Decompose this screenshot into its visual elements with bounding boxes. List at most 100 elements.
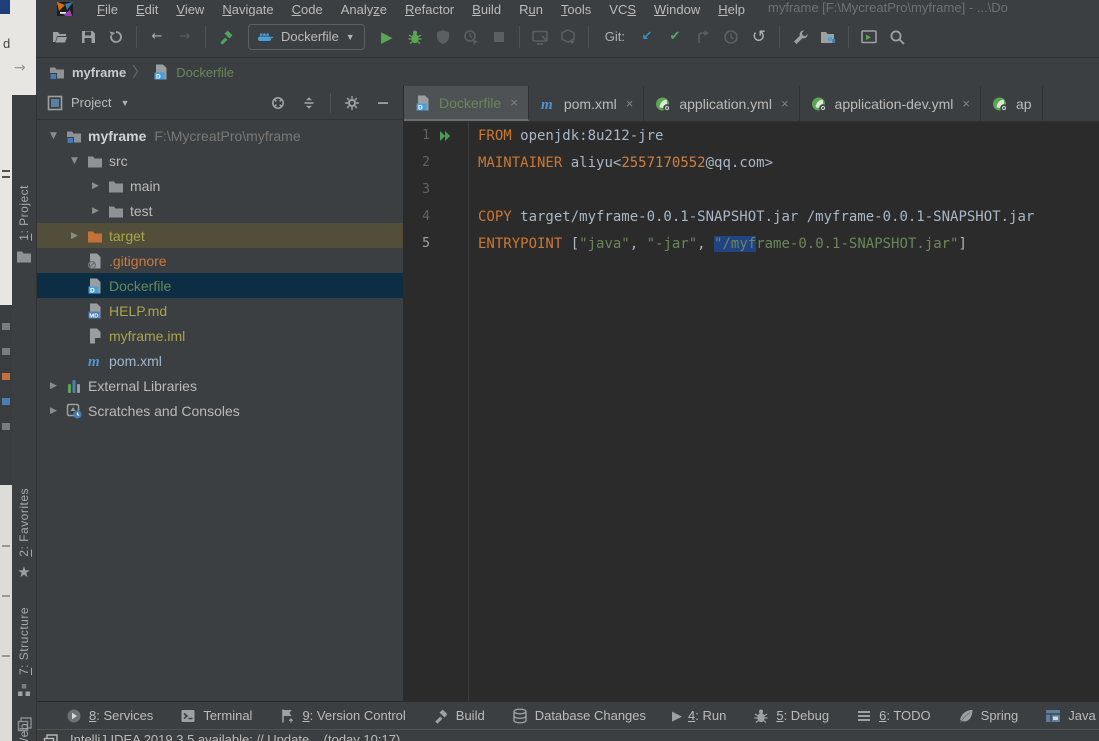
toolwindow-spring[interactable]: Spring	[946, 702, 1030, 729]
tree-expand-arrow[interactable]: ▶	[44, 406, 63, 416]
toolwindow-terminal[interactable]: Terminal	[168, 702, 263, 729]
tree-expand-arrow[interactable]: ▶	[65, 231, 84, 241]
code-line[interactable]: COPY target/myframe-0.0.1-SNAPSHOT.jar /…	[478, 203, 1099, 230]
toolwindow-debug[interactable]: 5: Debug	[741, 702, 840, 729]
menu-item-view[interactable]: View	[167, 1, 213, 16]
tree-item-dockerfile[interactable]: DDockerfile	[36, 273, 403, 298]
breadcrumb-project[interactable]: myframe	[72, 65, 126, 80]
git-update-icon[interactable]: ↙	[633, 24, 661, 50]
tool-button-label: 1: Project	[17, 185, 31, 241]
tree-item-target[interactable]: ▶target	[36, 223, 403, 248]
run-configuration-select[interactable]: Dockerfile▼	[248, 24, 365, 50]
menu-item-tools[interactable]: Tools	[552, 1, 600, 16]
toolwindow-version-control[interactable]: 9: Version Control	[267, 702, 416, 729]
save-icon[interactable]	[74, 24, 102, 50]
git-rollback-icon[interactable]: ↺	[745, 24, 773, 50]
code-editor[interactable]: 12345 FROM openjdk:8u212-jreMAINTAINER a…	[404, 122, 1099, 701]
menu-item-navigate[interactable]: Navigate	[213, 1, 282, 16]
close-tab-icon[interactable]: ×	[510, 95, 518, 110]
editor-tab-application-yml[interactable]: application.yml×	[644, 86, 799, 121]
toolwindow-database-changes[interactable]: Database Changes	[500, 702, 657, 729]
tree-item-label: HELP.md	[109, 303, 167, 319]
open-icon[interactable]	[46, 24, 74, 50]
editor-tab-application-dev-yml[interactable]: application-dev.yml×	[800, 86, 981, 121]
project-structure-icon[interactable]	[814, 24, 842, 50]
tool-button-favorites[interactable]: 2: Favorites★	[12, 488, 36, 581]
code-line[interactable]: ENTRYPOINT ["java", "-jar", "/myframe-0.…	[478, 230, 1099, 257]
tree-expand-arrow[interactable]: ▼	[44, 131, 63, 141]
editor-code[interactable]: FROM openjdk:8u212-jreMAINTAINER aliyu<2…	[469, 122, 1099, 701]
locate-file-icon[interactable]	[266, 91, 290, 115]
toolwindow-run[interactable]: ▶4: Run	[661, 702, 737, 729]
menu-item-run[interactable]: Run	[510, 1, 552, 16]
menu-item-window[interactable]: Window	[645, 1, 709, 16]
code-token: openjdk:8u212-jre	[512, 128, 664, 144]
close-tab-icon[interactable]: ×	[781, 96, 789, 111]
tree-item-help-md[interactable]: MDHELP.md	[36, 298, 403, 323]
menu-item-analyze[interactable]: Analyze	[332, 1, 396, 16]
tree-expand-arrow[interactable]: ▼	[65, 156, 84, 166]
tree-item-src[interactable]: ▼src	[36, 148, 403, 173]
tree-item-myframe[interactable]: ▼myframeF:\MycreatPro\myframe	[36, 123, 403, 148]
collapse-all-icon[interactable]	[297, 91, 321, 115]
code-token: [	[562, 236, 579, 252]
run-icon[interactable]: ▶	[373, 24, 401, 50]
menu-item-help[interactable]: Help	[709, 1, 754, 16]
tool-button-web[interactable]: Web	[12, 723, 36, 741]
tree-item-myframe-iml[interactable]: myframe.iml	[36, 323, 403, 348]
git-commit-icon[interactable]: ✔	[661, 24, 689, 50]
bug-gray-icon	[752, 707, 770, 725]
forward-icon: →	[171, 24, 199, 50]
tree-expand-arrow[interactable]: ▶	[86, 181, 105, 191]
status-window-icon[interactable]	[42, 732, 60, 741]
tree-item-test[interactable]: ▶ test	[36, 198, 403, 223]
tree-item-external-libraries[interactable]: ▶External Libraries	[36, 373, 403, 398]
sync-icon[interactable]	[102, 24, 130, 50]
tree-item-label: myframe	[88, 128, 146, 144]
code-line[interactable]	[478, 176, 1099, 203]
project-panel-title[interactable]: Project	[71, 95, 111, 110]
toolwindow-todo[interactable]: 6: TODO	[844, 702, 942, 729]
editor-tab-ap[interactable]: ap	[981, 86, 1043, 121]
tree-item-pom-xml[interactable]: mpom.xml	[36, 348, 403, 373]
tree-item-main[interactable]: ▶main	[36, 173, 403, 198]
tree-item-label: test	[130, 203, 153, 219]
tree-item--gitignore[interactable]: .gitignore	[36, 248, 403, 273]
code-line[interactable]: MAINTAINER aliyu<2557170552@qq.com>	[478, 149, 1099, 176]
toolwindow-services[interactable]: 8: Services	[54, 702, 164, 729]
close-tab-icon[interactable]: ×	[626, 96, 634, 111]
coverage-icon	[429, 24, 457, 50]
run-anything-icon[interactable]	[855, 24, 883, 50]
menu-item-refactor[interactable]: Refactor	[396, 1, 463, 16]
settings-wrench-icon[interactable]	[786, 24, 814, 50]
menu-item-code[interactable]: Code	[283, 1, 332, 16]
debug-icon[interactable]	[401, 24, 429, 50]
search-everywhere-icon[interactable]	[883, 24, 911, 50]
play-gray-icon: ▶	[672, 708, 682, 724]
chevron-down-icon[interactable]: ▼	[120, 98, 129, 108]
tool-button-structure[interactable]: 7: Structure	[12, 607, 36, 699]
hammer-gray-icon	[432, 707, 450, 725]
toolwindow-build[interactable]: Build	[421, 702, 496, 729]
editor-tab-dockerfile[interactable]: DDockerfile×	[404, 86, 529, 121]
hide-panel-icon[interactable]	[371, 91, 395, 115]
close-tab-icon[interactable]: ×	[962, 96, 970, 111]
back-icon[interactable]: ←	[143, 24, 171, 50]
run-file-icon[interactable]	[430, 127, 460, 145]
toolwindow-java-enterprise[interactable]: Java E	[1033, 702, 1099, 729]
tool-button-project[interactable]: 1: Project	[12, 185, 36, 265]
menu-item-build[interactable]: Build	[463, 1, 510, 16]
code-line[interactable]: FROM openjdk:8u212-jre	[478, 122, 1099, 149]
line-number: 3	[404, 182, 430, 197]
menu-item-edit[interactable]: Edit	[127, 1, 167, 16]
build-hammer-icon[interactable]	[212, 24, 240, 50]
menu-item-vcs[interactable]: VCS	[600, 1, 645, 16]
breadcrumb-file[interactable]: Dockerfile	[176, 65, 234, 80]
editor-tab-pom-xml[interactable]: mpom.xml×	[529, 86, 645, 121]
gear-icon[interactable]	[340, 91, 364, 115]
tree-item-scratches-and-consoles[interactable]: ▶Scratches and Consoles	[36, 398, 403, 423]
tree-expand-arrow[interactable]: ▶	[44, 381, 63, 391]
tree-expand-arrow[interactable]: ▶	[86, 206, 105, 216]
menu-item-file[interactable]: File	[88, 1, 127, 16]
status-message[interactable]: IntelliJ IDEA 2019.3.5 available: // Upd…	[70, 732, 400, 741]
